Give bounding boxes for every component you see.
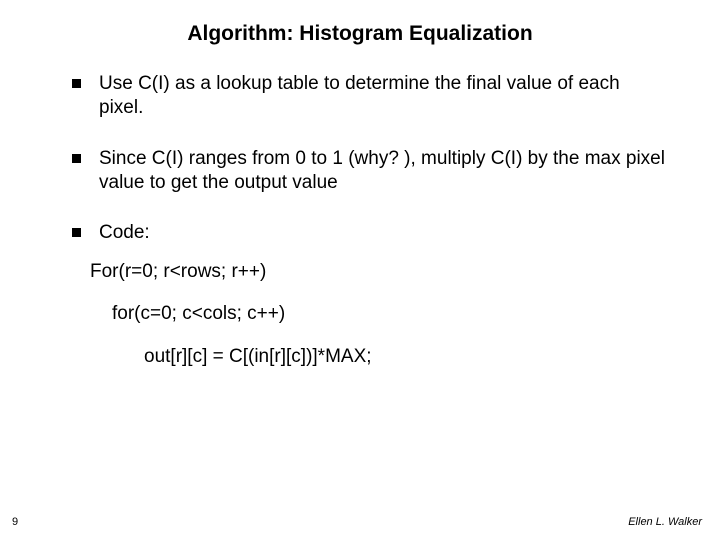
slide-title: Algorithm: Histogram Equalization <box>0 0 720 54</box>
code-block: For(r=0; r<rows; r++) for(c=0; c<cols; c… <box>72 260 668 370</box>
slide-content: Use C(I) as a lookup table to determine … <box>0 54 720 370</box>
square-bullet-icon <box>72 79 81 88</box>
bullet-text: Code: <box>99 221 668 245</box>
square-bullet-icon <box>72 154 81 163</box>
bullet-item: Since C(I) ranges from 0 to 1 (why? ), m… <box>72 147 668 196</box>
bullet-item: Use C(I) as a lookup table to determine … <box>72 72 668 121</box>
code-line: out[r][c] = C[(in[r][c])]*MAX; <box>90 345 668 370</box>
bullet-item: Code: <box>72 221 668 245</box>
slide: Algorithm: Histogram Equalization Use C(… <box>0 0 720 540</box>
square-bullet-icon <box>72 228 81 237</box>
code-line: For(r=0; r<rows; r++) <box>90 260 668 285</box>
code-line: for(c=0; c<cols; c++) <box>90 302 668 327</box>
author-name: Ellen L. Walker <box>628 516 702 528</box>
bullet-text: Since C(I) ranges from 0 to 1 (why? ), m… <box>99 147 668 196</box>
page-number: 9 <box>12 516 18 528</box>
bullet-text: Use C(I) as a lookup table to determine … <box>99 72 668 121</box>
